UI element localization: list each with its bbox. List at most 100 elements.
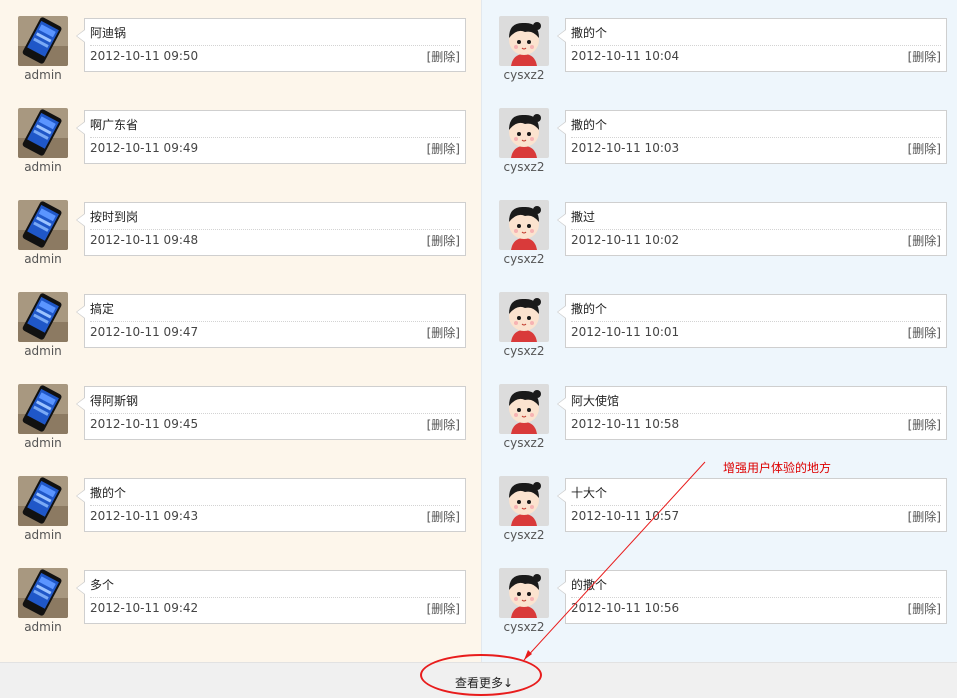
message-bubble: 阿大使馆 2012-10-11 10:58 [删除] <box>557 386 947 440</box>
message-text: 阿大使馆 <box>571 394 620 408</box>
message-bubble: 搞定 2012-10-11 09:47 [删除] <box>76 294 466 348</box>
cartoon-girl-avatar-icon[interactable] <box>499 292 549 342</box>
timestamp: 2012-10-11 09:48 <box>90 233 199 247</box>
username[interactable]: cysxz2 <box>493 620 555 634</box>
bubble-arrow <box>557 29 566 43</box>
bubble-arrow <box>76 121 85 135</box>
timestamp: 2012-10-11 09:49 <box>90 141 199 155</box>
timestamp: 2012-10-11 10:57 <box>571 509 680 523</box>
phone-avatar-icon[interactable] <box>18 568 68 618</box>
username[interactable]: admin <box>12 620 74 634</box>
bubble-arrow <box>76 581 85 595</box>
message-text: 多个 <box>90 578 115 592</box>
phone-avatar-icon[interactable] <box>18 200 68 250</box>
message-text: 啊广东省 <box>90 118 139 132</box>
bubble-arrow <box>557 581 566 595</box>
phone-avatar-icon[interactable] <box>18 108 68 158</box>
delete-link[interactable]: [删除] <box>427 508 460 525</box>
bubble-arrow <box>557 397 566 411</box>
divider <box>90 413 460 414</box>
divider <box>571 505 941 506</box>
message-bubble: 的撒个 2012-10-11 10:56 [删除] <box>557 570 947 624</box>
bubble-arrow <box>76 397 85 411</box>
phone-avatar-icon[interactable] <box>18 292 68 342</box>
bubble-arrow <box>76 213 85 227</box>
divider <box>571 229 941 230</box>
delete-link[interactable]: [删除] <box>427 600 460 617</box>
username[interactable]: cysxz2 <box>493 68 555 82</box>
divider <box>571 597 941 598</box>
username[interactable]: admin <box>12 68 74 82</box>
delete-link[interactable]: [删除] <box>908 600 941 617</box>
timestamp: 2012-10-11 10:02 <box>571 233 680 247</box>
message-text: 撒过 <box>571 210 596 224</box>
delete-link[interactable]: [删除] <box>908 140 941 157</box>
message-text: 搞定 <box>90 302 115 316</box>
username[interactable]: cysxz2 <box>493 160 555 174</box>
delete-link[interactable]: [删除] <box>908 508 941 525</box>
timestamp: 2012-10-11 09:47 <box>90 325 199 339</box>
delete-link[interactable]: [删除] <box>427 140 460 157</box>
message-text: 撒的个 <box>571 26 608 40</box>
cartoon-girl-avatar-icon[interactable] <box>499 568 549 618</box>
message-bubble: 啊广东省 2012-10-11 09:49 [删除] <box>76 110 466 164</box>
message-bubble: 撒的个 2012-10-11 10:04 [删除] <box>557 18 947 72</box>
timestamp: 2012-10-11 10:03 <box>571 141 680 155</box>
message-text: 按时到岗 <box>90 210 139 224</box>
message-text: 得阿斯钢 <box>90 394 139 408</box>
bubble-arrow <box>76 305 85 319</box>
divider <box>90 137 460 138</box>
bubble-arrow <box>557 121 566 135</box>
highlight-ellipse <box>420 654 542 696</box>
message-text: 十大个 <box>571 486 608 500</box>
bubble-arrow <box>557 489 566 503</box>
divider <box>90 597 460 598</box>
bubble-arrow <box>76 489 85 503</box>
divider <box>571 137 941 138</box>
divider <box>90 45 460 46</box>
delete-link[interactable]: [删除] <box>908 324 941 341</box>
message-text: 撒的个 <box>571 118 608 132</box>
phone-avatar-icon[interactable] <box>18 476 68 526</box>
username[interactable]: cysxz2 <box>493 252 555 266</box>
delete-link[interactable]: [删除] <box>908 232 941 249</box>
message-bubble: 十大个 2012-10-11 10:57 [删除] <box>557 478 947 532</box>
message-bubble: 撒的个 2012-10-11 09:43 [删除] <box>76 478 466 532</box>
username[interactable]: admin <box>12 436 74 450</box>
message-bubble: 按时到岗 2012-10-11 09:48 [删除] <box>76 202 466 256</box>
message-bubble: 撒的个 2012-10-11 10:01 [删除] <box>557 294 947 348</box>
username[interactable]: cysxz2 <box>493 344 555 358</box>
message-bubble: 多个 2012-10-11 09:42 [删除] <box>76 570 466 624</box>
message-bubble: 撒的个 2012-10-11 10:03 [删除] <box>557 110 947 164</box>
delete-link[interactable]: [删除] <box>427 416 460 433</box>
timestamp: 2012-10-11 09:42 <box>90 601 199 615</box>
delete-link[interactable]: [删除] <box>908 416 941 433</box>
username[interactable]: admin <box>12 528 74 542</box>
message-text: 的撒个 <box>571 578 608 592</box>
cartoon-girl-avatar-icon[interactable] <box>499 16 549 66</box>
right-column: cysxz2 撒的个 2012-10-11 10:04 [删除] cysxz2 … <box>481 0 957 662</box>
divider <box>90 321 460 322</box>
delete-link[interactable]: [删除] <box>908 48 941 65</box>
timestamp: 2012-10-11 09:50 <box>90 49 199 63</box>
divider <box>571 45 941 46</box>
username[interactable]: admin <box>12 160 74 174</box>
cartoon-girl-avatar-icon[interactable] <box>499 108 549 158</box>
phone-avatar-icon[interactable] <box>18 16 68 66</box>
timestamp: 2012-10-11 10:56 <box>571 601 680 615</box>
cartoon-girl-avatar-icon[interactable] <box>499 476 549 526</box>
username[interactable]: admin <box>12 344 74 358</box>
username[interactable]: cysxz2 <box>493 528 555 542</box>
cartoon-girl-avatar-icon[interactable] <box>499 200 549 250</box>
message-text: 撒的个 <box>571 302 608 316</box>
annotation-text: 增强用户体验的地方 <box>723 461 832 475</box>
delete-link[interactable]: [删除] <box>427 48 460 65</box>
cartoon-girl-avatar-icon[interactable] <box>499 384 549 434</box>
delete-link[interactable]: [删除] <box>427 232 460 249</box>
username[interactable]: admin <box>12 252 74 266</box>
username[interactable]: cysxz2 <box>493 436 555 450</box>
phone-avatar-icon[interactable] <box>18 384 68 434</box>
bubble-arrow <box>557 305 566 319</box>
left-column: admin 阿迪锅 2012-10-11 09:50 [删除] admin 啊广… <box>0 0 481 662</box>
delete-link[interactable]: [删除] <box>427 324 460 341</box>
